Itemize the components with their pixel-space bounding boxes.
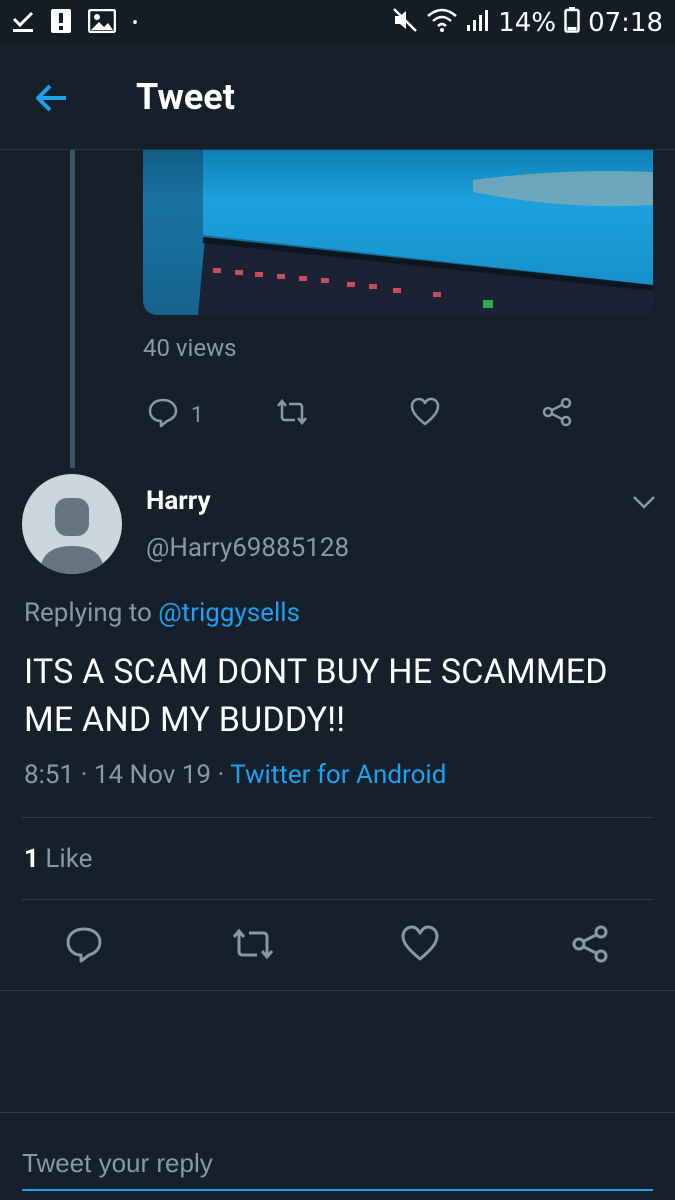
- tweet-meta: 8:51 · 14 Nov 19 · Twitter for Android: [24, 760, 446, 790]
- like-button[interactable]: [400, 924, 444, 968]
- tweet-actions: [0, 920, 675, 972]
- share-icon: [541, 396, 573, 434]
- retweet-button[interactable]: [228, 924, 278, 968]
- status-left: •: [12, 8, 138, 38]
- parent-share-button[interactable]: [541, 396, 573, 434]
- default-profile-icon: [40, 498, 104, 574]
- avatar[interactable]: [22, 474, 122, 574]
- parent-like-button[interactable]: [409, 396, 441, 434]
- download-done-icon: [12, 9, 34, 37]
- battery-percent: 14%: [498, 8, 557, 38]
- replying-to-line: Replying to @triggysells: [24, 598, 300, 628]
- signal-icon: [466, 8, 490, 39]
- meta-separator: ·: [80, 760, 88, 790]
- replying-to-label: Replying to: [24, 598, 152, 628]
- image-icon: [87, 8, 117, 37]
- tweet-video-thumbnail[interactable]: [143, 150, 653, 315]
- parent-retweet-button[interactable]: [273, 396, 311, 434]
- like-label: Like: [45, 844, 93, 874]
- top-app-bar: Tweet: [0, 46, 675, 150]
- mute-icon: [392, 7, 418, 40]
- chevron-down-icon: [628, 496, 660, 520]
- thread-connector-line: [70, 150, 75, 468]
- likes-summary[interactable]: 1 Like: [24, 844, 92, 874]
- reply-icon: [64, 927, 104, 968]
- page-title: Tweet: [136, 76, 235, 118]
- like-count: 1: [24, 844, 39, 874]
- reply-icon: [147, 396, 179, 434]
- tweet-text: ITS A SCAM DONT BUY HE SCAMMED ME AND MY…: [24, 652, 608, 740]
- more-options-button[interactable]: [628, 488, 660, 516]
- reply-count: 1: [191, 402, 204, 428]
- divider: [22, 899, 653, 900]
- divider: [0, 990, 675, 991]
- back-button[interactable]: [30, 78, 74, 118]
- reply-input[interactable]: [22, 1137, 653, 1191]
- clock: 07:18: [588, 8, 663, 38]
- arrow-left-icon: [30, 84, 74, 122]
- status-right: 14% 07:18: [392, 6, 663, 40]
- tweet-time: 8:51: [24, 760, 75, 790]
- heart-icon: [409, 396, 441, 434]
- view-count: 40 views: [143, 334, 237, 362]
- retweet-icon: [273, 396, 311, 434]
- tweet-source-link[interactable]: Twitter for Android: [230, 760, 446, 790]
- wifi-icon: [426, 7, 458, 40]
- video-frame-graphic: [143, 150, 653, 315]
- status-bar: • 14% 07:18: [0, 0, 675, 46]
- author-handle[interactable]: @Harry69885128: [146, 533, 349, 563]
- author-name[interactable]: Harry: [146, 486, 211, 516]
- heart-icon: [400, 925, 440, 968]
- alert-icon: [50, 8, 72, 38]
- replying-to-mention[interactable]: @triggysells: [158, 598, 300, 628]
- reply-button[interactable]: [64, 924, 108, 968]
- tweet-date: 14 Nov 19: [93, 760, 211, 790]
- parent-tweet-actions: 1: [143, 396, 653, 434]
- reply-composer: [0, 1112, 675, 1200]
- meta-separator: ·: [217, 760, 225, 790]
- battery-icon: [564, 6, 580, 40]
- status-dot: •: [132, 12, 139, 34]
- retweet-icon: [228, 928, 278, 968]
- share-icon: [570, 925, 610, 968]
- parent-reply-button[interactable]: 1: [147, 396, 203, 434]
- divider: [22, 817, 653, 818]
- share-button[interactable]: [570, 924, 614, 968]
